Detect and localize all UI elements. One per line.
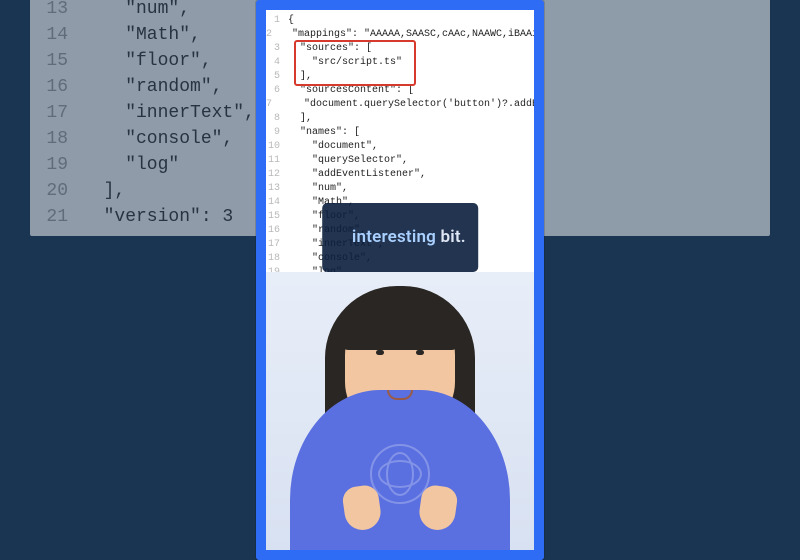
- code-text: "src/script.ts": [288, 56, 402, 70]
- code-text: "querySelector",: [288, 154, 408, 168]
- line-number: 7: [266, 98, 280, 112]
- code-text: "num",: [82, 0, 190, 22]
- line-number: 15: [42, 48, 82, 74]
- code-text: "mappings": "AAAAA,SAASC,cAAc,NAAWC,iBAA…: [280, 28, 534, 42]
- line-number: 13: [266, 182, 288, 196]
- code-text: ],: [288, 112, 312, 126]
- sourcemap-code-line: 9 "names": [: [266, 126, 534, 140]
- code-text: "document",: [288, 140, 378, 154]
- line-number: 17: [266, 238, 288, 252]
- line-number: 14: [266, 196, 288, 210]
- code-text: "addEventListener",: [288, 168, 426, 182]
- code-text: ],: [288, 70, 312, 84]
- code-text: "sources": [: [288, 42, 372, 56]
- line-number: 14: [42, 22, 82, 48]
- code-text: "floor",: [82, 48, 212, 74]
- code-text: "Math",: [82, 22, 201, 48]
- line-number: 10: [266, 140, 288, 154]
- sourcemap-code-line: 10 "document",: [266, 140, 534, 154]
- code-text: {: [288, 14, 294, 28]
- sourcemap-code-line: 13 "num",: [266, 182, 534, 196]
- code-text: "names": [: [288, 126, 360, 140]
- line-number: 18: [266, 252, 288, 266]
- code-text: "sourcesContent": [: [288, 84, 414, 98]
- code-text: "document.querySelector('button')?.addEv…: [280, 98, 534, 112]
- line-number: 8: [266, 112, 288, 126]
- sourcemap-code-line: 12 "addEventListener",: [266, 168, 534, 182]
- line-number: 18: [42, 126, 82, 152]
- line-number: 2: [266, 28, 280, 42]
- line-number: 13: [42, 0, 82, 22]
- presenter-eye-left: [376, 350, 384, 355]
- presenter-eye-right: [416, 350, 424, 355]
- sourcemap-code-line: 2 "mappings": "AAAAA,SAASC,cAAc,NAAWC,iB…: [266, 28, 534, 42]
- subtitle-caption: interesting bit.: [322, 203, 478, 272]
- video-frame: 1{2 "mappings": "AAAAA,SAASC,cAAc,NAAWC,…: [256, 0, 544, 560]
- code-text: "num",: [288, 182, 348, 196]
- presenter-area: [266, 272, 534, 550]
- line-number: 12: [266, 168, 288, 182]
- line-number: 6: [266, 84, 288, 98]
- sourcemap-code-line: 1{: [266, 14, 534, 28]
- line-number: 15: [266, 210, 288, 224]
- line-number: 3: [266, 42, 288, 56]
- line-number: 21: [42, 204, 82, 230]
- code-text: "log": [82, 152, 179, 178]
- sourcemap-code-line: 8 ],: [266, 112, 534, 126]
- code-text: "version": 3: [82, 204, 233, 230]
- caption-word-2: bit.: [436, 227, 466, 247]
- sourcemap-code-line: 6 "sourcesContent": [: [266, 84, 534, 98]
- code-text: "random",: [82, 74, 222, 100]
- line-number: 11: [266, 154, 288, 168]
- sourcemap-code-line: 7 "document.querySelector('button')?.add…: [266, 98, 534, 112]
- sourcemap-code-line: 3 "sources": [: [266, 42, 534, 56]
- caption-word-1: interesting: [352, 227, 436, 247]
- line-number: 17: [42, 100, 82, 126]
- code-text: "innerText",: [82, 100, 255, 126]
- sourcemap-code-line: 5 ],: [266, 70, 534, 84]
- line-number: 20: [42, 178, 82, 204]
- sourcemap-code-line: 4 "src/script.ts": [266, 56, 534, 70]
- line-number: 1: [266, 14, 288, 28]
- line-number: 9: [266, 126, 288, 140]
- line-number: 16: [266, 224, 288, 238]
- line-number: 4: [266, 56, 288, 70]
- line-number: 16: [42, 74, 82, 100]
- code-text: "console",: [82, 126, 233, 152]
- line-number: 19: [42, 152, 82, 178]
- line-number: 5: [266, 70, 288, 84]
- code-text: ],: [82, 178, 125, 204]
- sourcemap-code-line: 11 "querySelector",: [266, 154, 534, 168]
